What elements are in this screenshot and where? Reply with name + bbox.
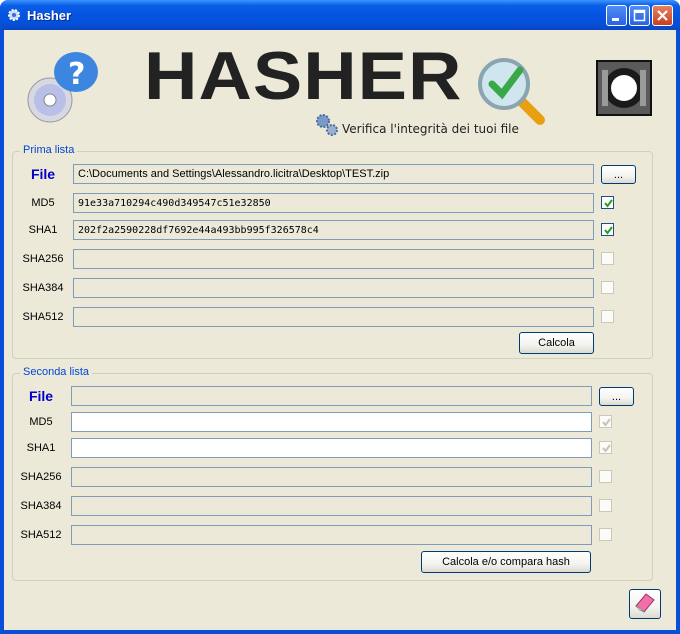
window-title: Hasher [27, 8, 72, 23]
gears-icon [316, 114, 338, 136]
hardware-icon [596, 60, 652, 116]
sha1-label: SHA1 [26, 442, 56, 454]
logo-title: HASHER [144, 37, 463, 114]
md5-label: MD5 [31, 197, 55, 209]
sha384-label: SHA384 [22, 282, 64, 294]
file-path-field[interactable] [71, 386, 592, 406]
sha256-label: SHA256 [20, 471, 62, 483]
md5-label: MD5 [29, 416, 53, 428]
md5-field[interactable]: 91e33a710294c490d349547c51e32850 [73, 193, 594, 213]
sha512-field[interactable] [73, 307, 594, 327]
file-label: File [30, 166, 56, 182]
sha1-field[interactable]: 202f2a2590228df7692e44a493bb995f326578c4 [73, 220, 594, 240]
sha256-label: SHA256 [22, 253, 64, 265]
browse-button[interactable]: ... [599, 387, 634, 406]
calcola-button[interactable]: Calcola [519, 332, 594, 354]
file-label: File [28, 388, 54, 404]
sha512-label: SHA512 [20, 529, 62, 541]
check-icon [602, 444, 611, 453]
close-icon [657, 10, 668, 21]
check-icon [604, 199, 613, 208]
sha384-checkbox[interactable] [599, 499, 612, 512]
md5-checkbox[interactable] [599, 415, 612, 428]
sha384-field[interactable] [73, 278, 594, 298]
tagline: Verifica l'integrità dei tuoi file [342, 122, 519, 136]
seconda-lista-group: Seconda lista File ... MD5 SHA1 SHA256 S… [12, 366, 653, 581]
sha256-field[interactable] [71, 467, 592, 487]
close-button[interactable] [652, 5, 673, 26]
prima-lista-group: Prima lista File C:\Documents and Settin… [12, 144, 653, 359]
file-path-field[interactable]: C:\Documents and Settings\Alessandro.lic… [73, 164, 594, 184]
sha512-checkbox[interactable] [599, 528, 612, 541]
md5-field[interactable] [71, 412, 592, 432]
prima-lista-title: Prima lista [20, 144, 78, 156]
eraser-icon [635, 593, 655, 613]
sha256-checkbox[interactable] [599, 470, 612, 483]
sha512-checkbox[interactable] [601, 310, 614, 323]
title-bar[interactable]: Hasher [0, 0, 680, 30]
maximize-button[interactable] [629, 5, 650, 26]
check-icon [602, 418, 611, 427]
sha1-label: SHA1 [28, 224, 58, 236]
sha256-field[interactable] [73, 249, 594, 269]
app-window: Hasher ? HASHER Verifica l'integrità dei… [0, 0, 680, 634]
sha1-checkbox[interactable] [599, 441, 612, 454]
sha256-checkbox[interactable] [601, 252, 614, 265]
magnifier-check-icon [478, 58, 545, 125]
sha512-field[interactable] [71, 525, 592, 545]
seconda-lista-title: Seconda lista [20, 366, 93, 378]
sha1-checkbox[interactable] [601, 223, 614, 236]
minimize-button[interactable] [606, 5, 627, 26]
calcola-compara-button[interactable]: Calcola e/o compara hash [421, 551, 591, 573]
client-area: ? HASHER Verifica l'integrità dei tuoi f… [4, 30, 676, 630]
sha384-checkbox[interactable] [601, 281, 614, 294]
sha384-label: SHA384 [20, 500, 62, 512]
gear-icon [8, 9, 20, 21]
cd-question-icon: ? [27, 52, 98, 123]
svg-text:?: ? [68, 57, 85, 92]
minimize-icon [612, 18, 619, 21]
sha1-field[interactable] [71, 438, 592, 458]
sha384-field[interactable] [71, 496, 592, 516]
maximize-icon [633, 9, 646, 22]
browse-button[interactable]: ... [601, 165, 636, 184]
md5-checkbox[interactable] [601, 196, 614, 209]
sha512-label: SHA512 [22, 311, 64, 323]
clear-button[interactable] [629, 589, 661, 619]
check-icon [604, 226, 613, 235]
